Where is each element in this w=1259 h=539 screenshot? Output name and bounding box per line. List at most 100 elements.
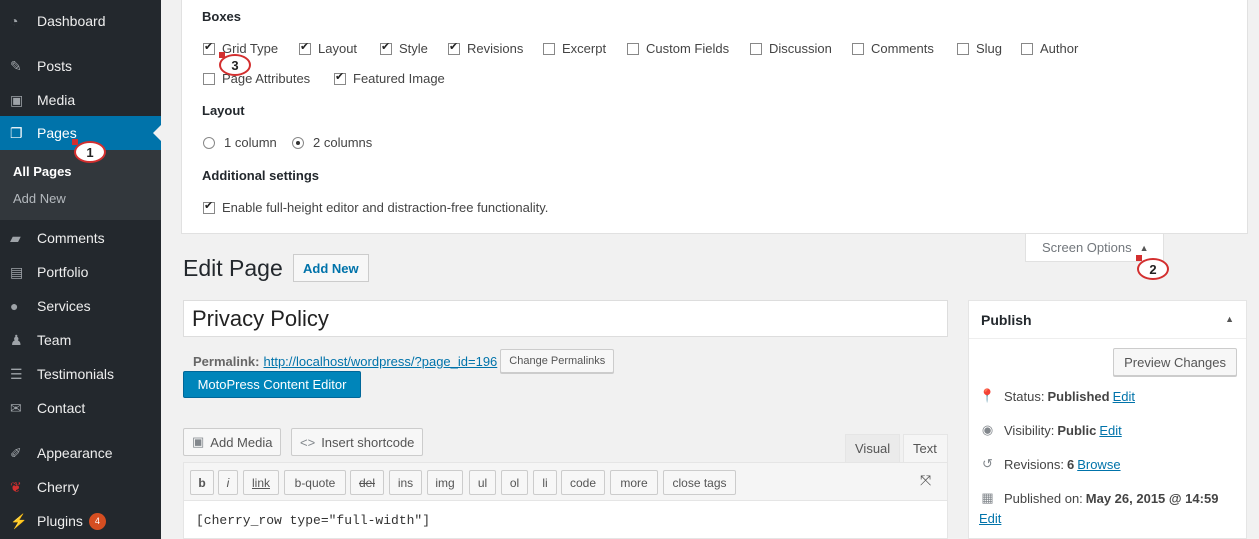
checkbox[interactable] bbox=[852, 42, 864, 55]
pin-icon: ✎ bbox=[10, 57, 22, 74]
qt-close-tags[interactable]: close tags bbox=[663, 470, 736, 495]
testimonials-icon: ☰ bbox=[10, 365, 23, 382]
page-title: Edit Page bbox=[183, 255, 283, 281]
checkbox[interactable] bbox=[203, 72, 215, 85]
checkbox[interactable] bbox=[957, 42, 969, 55]
change-permalinks-button[interactable]: Change Permalinks bbox=[500, 349, 615, 373]
tab-visual[interactable]: Visual bbox=[845, 434, 901, 462]
menu-plugins[interactable]: ⚡ Plugins 4 bbox=[0, 504, 161, 538]
menu-testimonials[interactable]: ☰ Testimonials bbox=[0, 357, 161, 391]
option-label: Custom Fields bbox=[646, 41, 730, 56]
tab-text[interactable]: Text bbox=[903, 434, 948, 462]
option-author[interactable]: Author bbox=[1021, 41, 1078, 56]
edit-date-link[interactable]: Edit bbox=[979, 511, 1001, 526]
qt-more[interactable]: more bbox=[610, 470, 658, 495]
menu-team[interactable]: ♟ Team bbox=[0, 323, 161, 357]
checkbox[interactable] bbox=[203, 40, 215, 55]
content-textarea[interactable]: [cherry_row type="full-width"] bbox=[183, 500, 948, 539]
browse-revisions-link[interactable]: Browse bbox=[1077, 457, 1120, 472]
qt-ins[interactable]: ins bbox=[389, 470, 422, 495]
fullscreen-icon[interactable]: ⤧ bbox=[920, 472, 931, 489]
radio[interactable] bbox=[203, 136, 215, 149]
qt-link[interactable]: link bbox=[243, 470, 279, 495]
radio[interactable] bbox=[292, 136, 304, 149]
menu-cherry[interactable]: ❦ Cherry bbox=[0, 470, 161, 504]
published-on-row: ▦ Published on: May 26, 2015 @ 14:59 bbox=[979, 490, 1221, 506]
menu-services[interactable]: ● Services bbox=[0, 289, 161, 323]
layout-2-columns[interactable]: 2 columns bbox=[292, 135, 372, 150]
option-layout[interactable]: Layout bbox=[299, 40, 357, 56]
menu-comments[interactable]: ▰ Comments bbox=[0, 221, 161, 255]
motopress-editor-button[interactable]: MotoPress Content Editor bbox=[183, 371, 361, 398]
visibility-label: Visibility: bbox=[1004, 422, 1055, 438]
status-value: Published bbox=[1047, 388, 1110, 404]
menu-label: Comments bbox=[37, 230, 105, 246]
publish-header[interactable]: Publish ▲ bbox=[969, 301, 1246, 339]
brush-icon: ✐ bbox=[10, 444, 22, 461]
insert-shortcode-button[interactable]: <> Insert shortcode bbox=[291, 428, 424, 456]
quicktags-toolbar: b i link b-quote del ins img ul ol li co… bbox=[183, 462, 948, 500]
menu-media[interactable]: ▣ Media bbox=[0, 83, 161, 117]
option-revisions[interactable]: Revisions bbox=[448, 40, 523, 56]
layout-heading: Layout bbox=[202, 103, 245, 118]
history-icon: ↺ bbox=[982, 456, 993, 471]
status-row: 📍 Status: Published Edit bbox=[979, 388, 1135, 404]
caret-up-icon[interactable]: ▲ bbox=[1225, 314, 1234, 324]
checkbox[interactable] bbox=[448, 40, 460, 55]
menu-portfolio[interactable]: ▤ Portfolio bbox=[0, 255, 161, 289]
radio-label: 1 column bbox=[224, 135, 277, 150]
qt-ol[interactable]: ol bbox=[501, 470, 528, 495]
title-input[interactable]: Privacy Policy bbox=[183, 300, 948, 337]
option-excerpt[interactable]: Excerpt bbox=[543, 41, 606, 56]
option-custom-fields[interactable]: Custom Fields bbox=[627, 41, 729, 56]
option-discussion[interactable]: Discussion bbox=[750, 41, 832, 56]
add-media-button[interactable]: ▣ Add Media bbox=[183, 428, 282, 456]
checkbox[interactable] bbox=[1021, 42, 1033, 55]
option-page-attributes[interactable]: Page Attributes bbox=[203, 71, 310, 86]
menu-dashboard[interactable]: ◔ Dashboard bbox=[0, 4, 161, 38]
menu-appearance[interactable]: ✐ Appearance bbox=[0, 436, 161, 470]
qt-ul[interactable]: ul bbox=[469, 470, 496, 495]
option-featured-image[interactable]: Featured Image bbox=[334, 70, 445, 86]
qt-b-quote[interactable]: b-quote bbox=[284, 470, 346, 495]
callout-3: 3 bbox=[219, 52, 251, 76]
edit-visibility-link[interactable]: Edit bbox=[1099, 423, 1121, 438]
layout-1-column[interactable]: 1 column bbox=[203, 135, 277, 150]
qt-bold[interactable]: b bbox=[190, 470, 214, 495]
admin-sidebar: ◔ Dashboard ✎ Posts ▣ Media ❐ Pages All Page… bbox=[0, 0, 161, 539]
menu-label: Team bbox=[37, 332, 72, 348]
checkbox[interactable] bbox=[203, 199, 215, 214]
radio-label: 2 columns bbox=[313, 135, 373, 150]
option-style[interactable]: Style bbox=[380, 40, 428, 56]
checkbox[interactable] bbox=[750, 42, 762, 55]
checkbox[interactable] bbox=[543, 42, 555, 55]
edit-status-link[interactable]: Edit bbox=[1113, 389, 1135, 404]
permalink-row: Permalink: http://localhost/wordpress/?p… bbox=[193, 349, 615, 373]
qt-del[interactable]: del bbox=[350, 470, 384, 495]
preview-changes-button[interactable]: Preview Changes bbox=[1113, 348, 1237, 376]
option-comments[interactable]: Comments bbox=[852, 41, 934, 56]
dashboard-icon: ◔ bbox=[10, 13, 19, 29]
lightbulb-icon: ● bbox=[10, 298, 19, 314]
permalink-link[interactable]: http://localhost/wordpress/?page_id=196 bbox=[263, 354, 497, 369]
option-full-height-editor[interactable]: Enable full-height editor and distractio… bbox=[203, 199, 548, 215]
menu-contact[interactable]: ✉ Contact bbox=[0, 391, 161, 425]
option-slug[interactable]: Slug bbox=[957, 41, 1002, 56]
qt-img[interactable]: img bbox=[427, 470, 463, 495]
checkbox[interactable] bbox=[299, 40, 311, 55]
checkbox[interactable] bbox=[380, 40, 392, 55]
submenu-all-pages[interactable]: All Pages bbox=[13, 164, 72, 179]
add-new-button[interactable]: Add New bbox=[293, 254, 369, 282]
submenu-add-new[interactable]: Add New bbox=[13, 191, 66, 206]
qt-code[interactable]: code bbox=[561, 470, 605, 495]
screen-options-tab[interactable]: Screen Options ▲ bbox=[1025, 234, 1164, 262]
plug-icon: ⚡ bbox=[10, 512, 28, 529]
checkbox[interactable] bbox=[334, 70, 346, 85]
menu-label: Contact bbox=[37, 400, 86, 416]
option-label: Comments bbox=[871, 41, 934, 56]
qt-li[interactable]: li bbox=[533, 470, 557, 495]
revisions-count: 6 bbox=[1066, 456, 1075, 472]
menu-posts[interactable]: ✎ Posts bbox=[0, 49, 161, 83]
qt-italic[interactable]: i bbox=[218, 470, 238, 495]
checkbox[interactable] bbox=[627, 42, 639, 55]
